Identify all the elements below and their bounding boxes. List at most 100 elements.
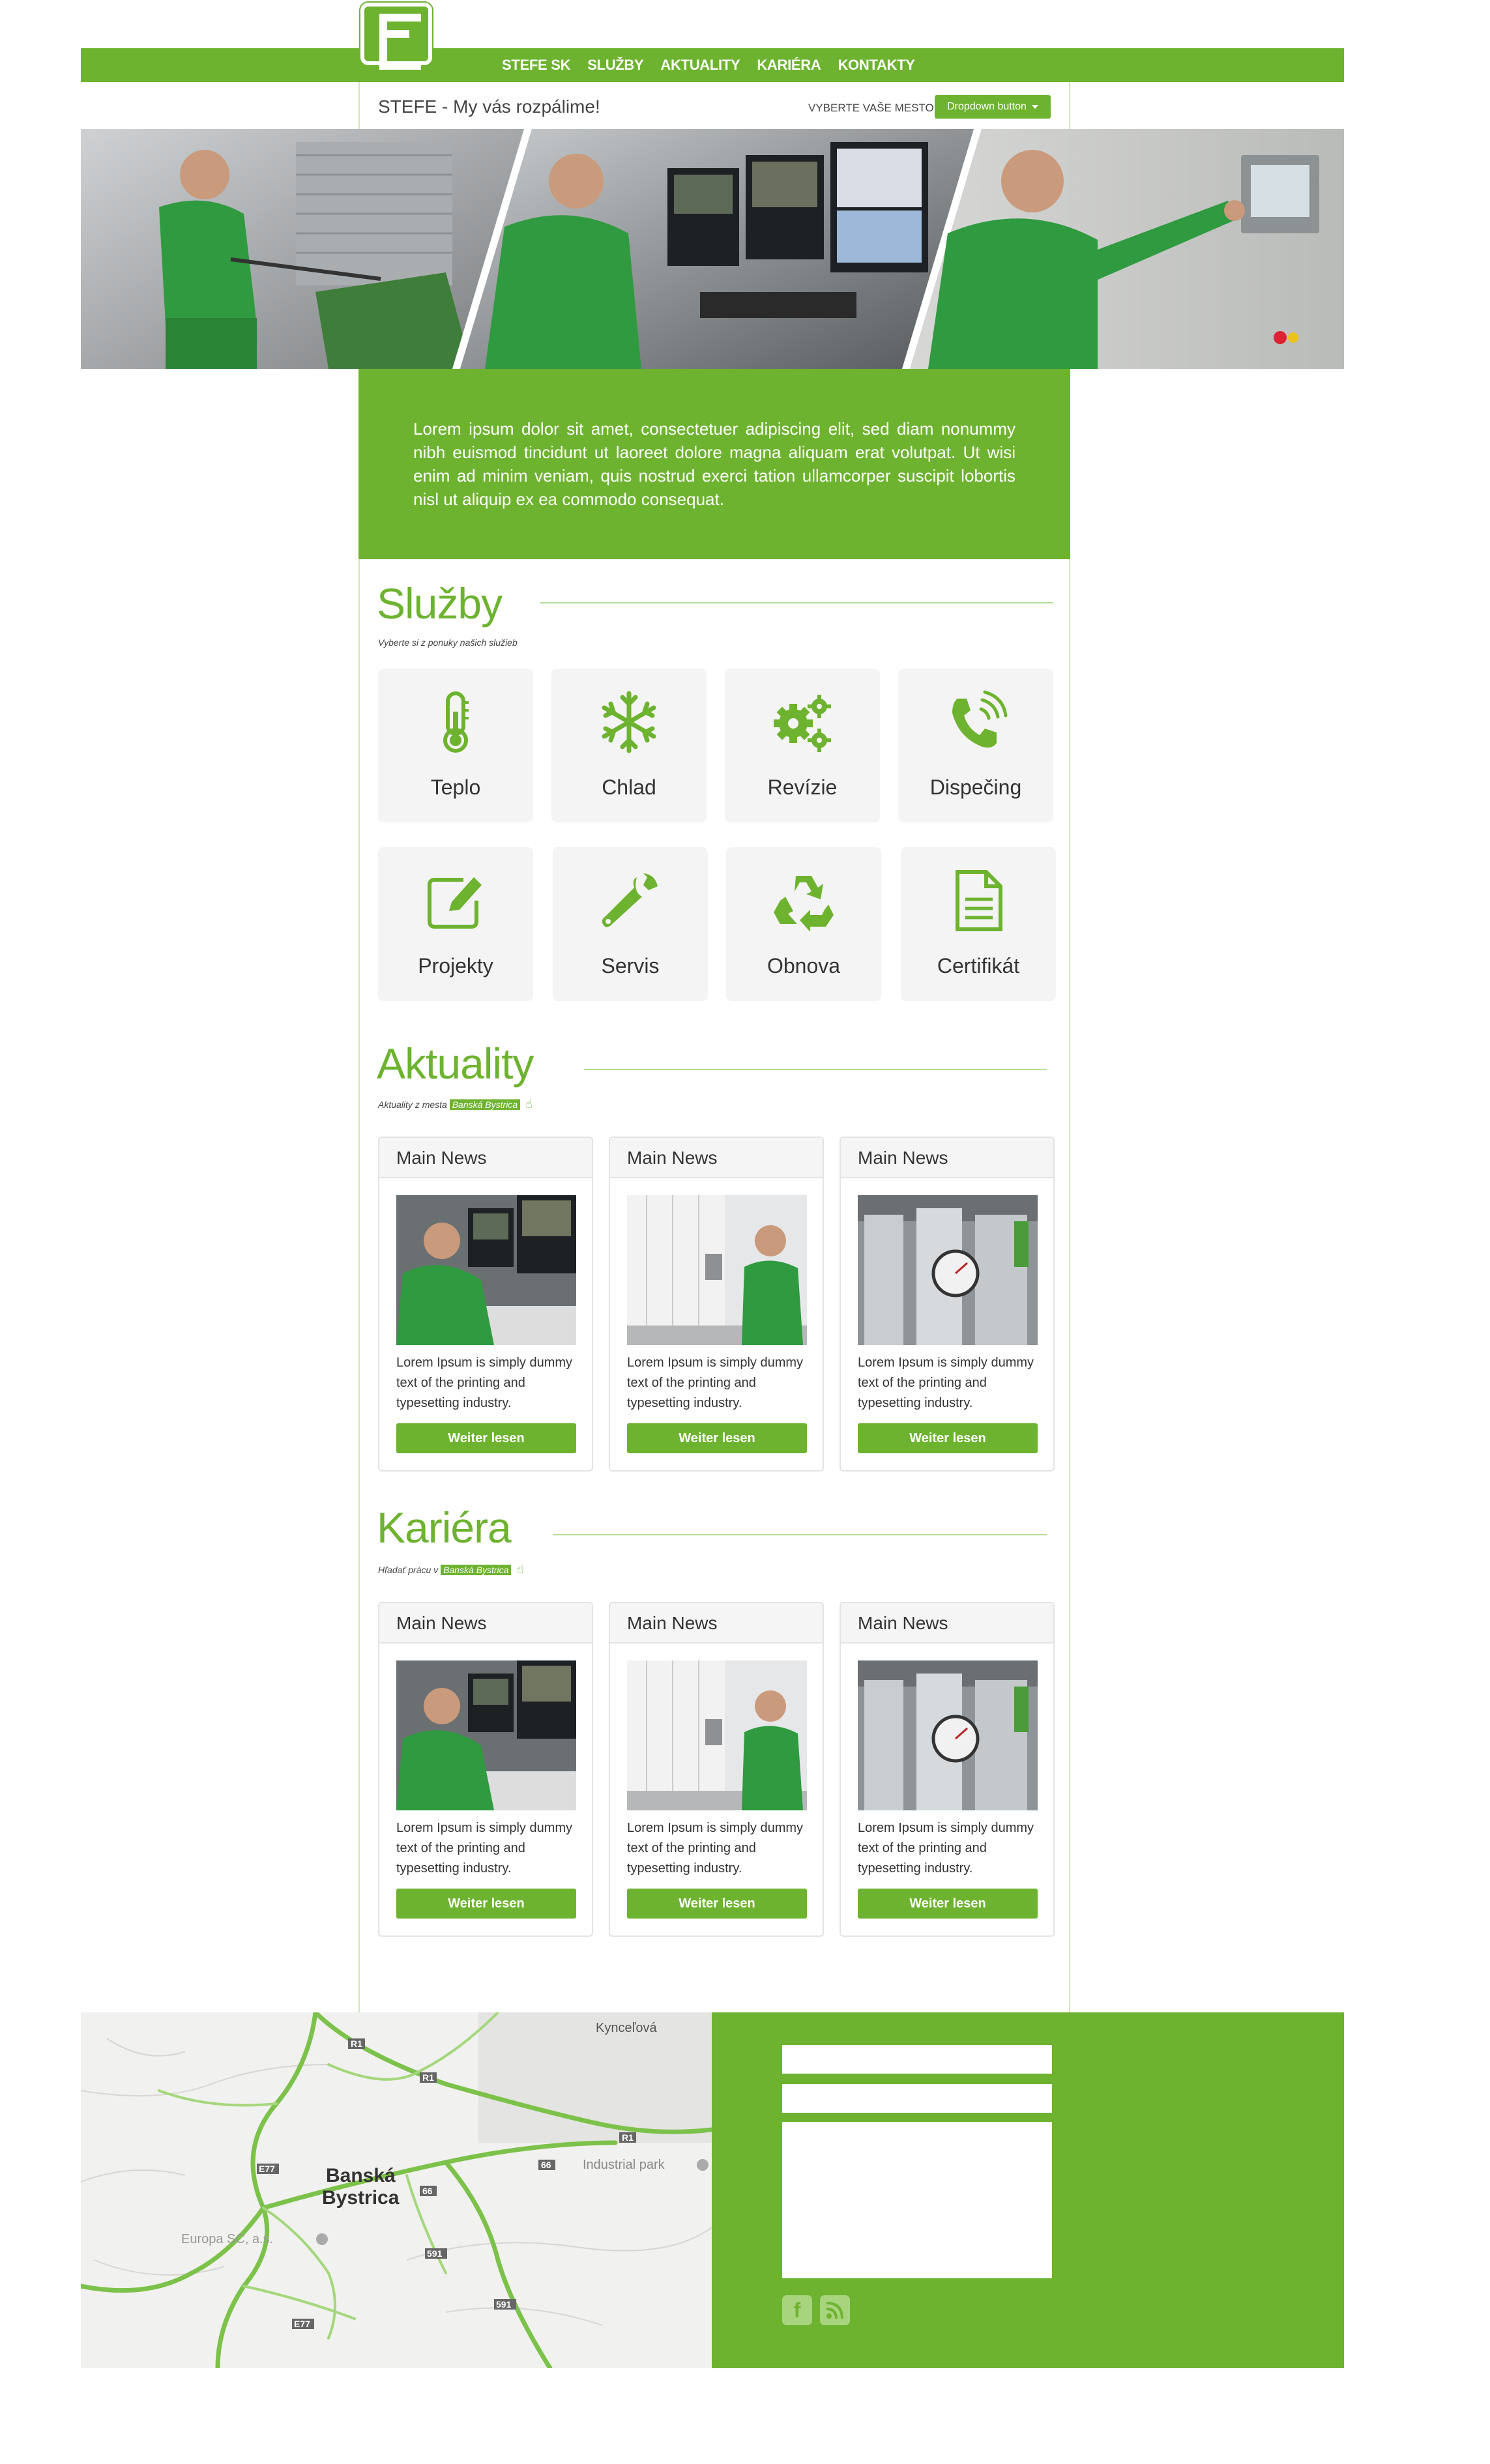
contact-name-field[interactable] [782,2045,1052,2074]
recycle-icon [774,876,834,932]
career-card: Main News Lorem Ipsum is simply dummy te… [840,1602,1055,1937]
city-select-label: VYBERTE VAŠE MESTO [808,102,934,114]
read-more-button[interactable]: Weiter lesen [627,1423,807,1453]
gears-icon [774,695,831,752]
map-poi-marker[interactable] [697,2159,708,2171]
read-more-button[interactable]: Weiter lesen [858,1423,1038,1453]
read-more-button[interactable]: Weiter lesen [858,1889,1038,1919]
contact-panel: f [712,2012,1344,2368]
logo-e-mark [379,14,421,70]
service-label-certifikat: Certifikát [937,954,1020,978]
news-card-image [627,1195,807,1345]
news-card: Main News Lorem Ipsum is simply dummy te… [378,1137,593,1471]
intro-text: Lorem ipsum dolor sit amet, consectetuer… [413,419,1015,509]
news-subtitle: Aktuality z mesta Banská Bystrica ☝ [378,1097,533,1111]
career-title: Kariéra [377,1503,512,1552]
nav-item-stefe-sk[interactable]: STEFE SK [502,57,570,74]
read-more-button[interactable]: Weiter lesen [396,1889,576,1919]
career-card-text: Lorem Ipsum is simply dummy text of the … [627,1821,804,1876]
career-card-image [396,1660,576,1810]
news-divider [584,1069,1047,1070]
road-label: E77 [259,2164,275,2174]
logo[interactable] [360,3,432,70]
service-tile-projekty[interactable]: Projekty [378,847,533,1001]
service-label-revizie: Revízie [767,775,838,799]
career-divider [553,1534,1047,1535]
service-label-projekty: Projekty [418,954,493,978]
road-label: 66 [422,2186,433,2196]
career-card: Main News Lorem Ipsum is simply dummy te… [378,1602,593,1937]
rss-icon[interactable] [820,2295,850,2325]
news-card-title: Main News [610,1138,823,1178]
service-tile-chlad[interactable]: Chlad [551,669,707,822]
main-nav: STEFE SK SLUŽBY AKTUALITY KARIÉRA KONTAK… [502,48,915,82]
service-tile-dispecing[interactable]: Dispečing [898,669,1053,822]
nav-item-kontakty[interactable]: KONTAKTY [838,57,914,74]
career-card: Main News Lorem Ipsum is simply dummy te… [609,1602,824,1937]
service-label-teplo: Teplo [430,775,481,799]
career-card-title: Main News [841,1603,1053,1644]
news-title: Aktuality [377,1039,534,1088]
career-city-chip[interactable]: Banská Bystrica [441,1565,512,1575]
service-tile-certifikat[interactable]: Certifikát [901,847,1056,1001]
snowflake-icon [602,691,656,753]
service-tile-servis[interactable]: Servis [553,847,708,1001]
location-map[interactable]: R1 R1 R1 E77 E77 66 66 591 591 Banská By… [81,2012,712,2368]
contact-message-field[interactable] [782,2122,1052,2278]
contact-email-field[interactable] [782,2084,1052,2113]
career-subtitle-prefix: Hľadať prácu v [378,1565,439,1575]
phone-icon [952,690,1008,748]
city-dropdown-button[interactable]: Dropdown button [935,95,1051,119]
tagline: STEFE - My vás rozpálime! [378,96,600,117]
career-card-image [627,1660,807,1810]
service-tile-obnova[interactable]: Obnova [726,847,881,1001]
caret-down-icon [1031,105,1038,109]
edit-icon [428,877,482,929]
news-card-text: Lorem Ipsum is simply dummy text of the … [627,1355,804,1410]
map-city-label-line2: Bystrica [322,2187,400,2209]
map-canvas: R1 R1 R1 E77 E77 66 66 591 591 Banská By… [81,2012,712,2368]
nav-item-aktuality[interactable]: AKTUALITY [660,57,740,74]
career-card-image [858,1660,1038,1810]
thermometer-icon [443,691,469,753]
read-more-button[interactable]: Weiter lesen [627,1889,807,1919]
news-card-text: Lorem Ipsum is simply dummy text of the … [396,1355,573,1410]
news-card-title: Main News [379,1138,592,1178]
facebook-icon[interactable]: f [782,2295,812,2325]
intro-panel: Lorem ipsum dolor sit amet, consectetuer… [358,369,1070,559]
service-tile-teplo[interactable]: Teplo [378,669,533,822]
map-place-label: Kynceľová [596,2021,658,2035]
road-label: 591 [427,2248,443,2259]
document-icon [956,870,1002,931]
map-poi-marker[interactable] [316,2233,328,2245]
services-subtitle: Vyberte si z ponuky našich služieb [378,637,518,648]
road-label: 591 [496,2299,512,2310]
hero-banner [81,129,1344,369]
road-label: R1 [422,2072,434,2083]
news-card: Main News Lorem Ipsum is simply dummy te… [609,1137,824,1471]
career-card-text: Lorem Ipsum is simply dummy text of the … [858,1821,1034,1876]
news-card-image [396,1195,576,1345]
road-label: 66 [541,2160,551,2170]
nav-item-kariera[interactable]: KARIÉRA [757,57,821,74]
career-card-title: Main News [379,1603,592,1644]
road-label: E77 [294,2319,310,2329]
hero-photo-collage [81,129,1344,369]
map-place-label: Europa SC, a.s. [181,2232,273,2246]
service-label-obnova: Obnova [767,954,841,978]
wrench-icon [602,873,658,927]
road-label: R1 [622,2132,634,2143]
news-card-title: Main News [841,1138,1053,1178]
sub-header: STEFE - My vás rozpálime! VYBERTE VAŠE M… [358,82,1070,129]
nav-item-sluzby[interactable]: SLUŽBY [587,57,644,74]
career-card-text: Lorem Ipsum is simply dummy text of the … [396,1821,573,1876]
service-label-servis: Servis [601,954,660,978]
read-more-button[interactable]: Weiter lesen [396,1423,576,1453]
service-label-chlad: Chlad [602,775,656,799]
career-card-title: Main News [610,1603,823,1644]
news-city-chip[interactable]: Banská Bystrica [449,1099,521,1110]
services-divider [540,602,1053,603]
dropdown-label: Dropdown button [947,101,1027,112]
service-tile-revizie[interactable]: Revízie [725,669,880,822]
news-card: Main News Lorem Ipsum is simply dummy te… [840,1137,1055,1471]
